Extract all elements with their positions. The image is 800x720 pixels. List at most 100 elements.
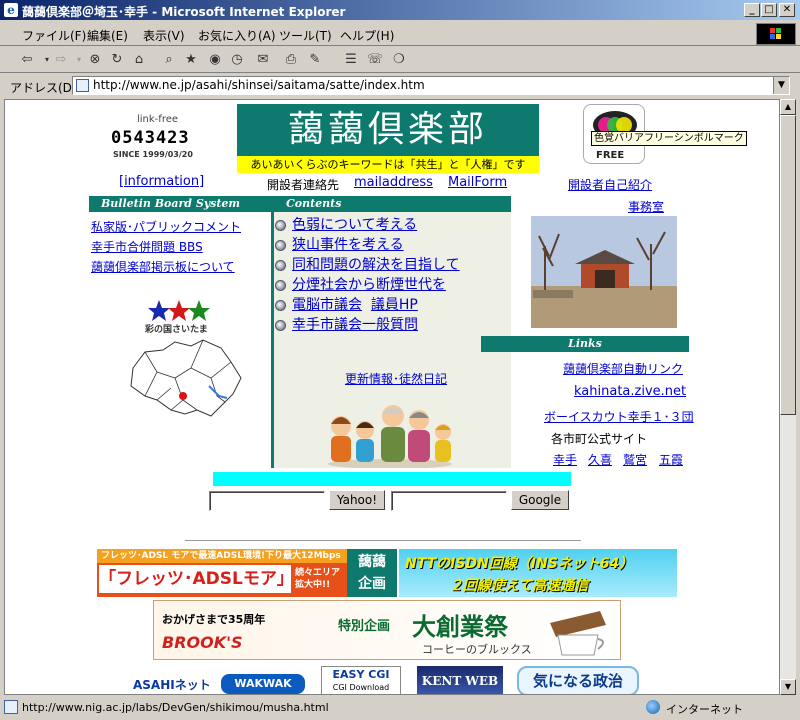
family-illustration [328, 405, 452, 468]
bullet-icon [275, 279, 286, 291]
city-link-goka[interactable]: 五霞 [659, 451, 683, 468]
kent-web-banner[interactable]: KENT WEB [417, 666, 503, 694]
google-search-button[interactable]: Google [511, 490, 569, 510]
content-item: 分煙社会から断煙世代を [275, 274, 446, 294]
scout-link[interactable]: ボーイスカウト幸手１･３団 [544, 408, 694, 425]
refresh-icon[interactable]: ↻ [108, 51, 126, 68]
asahi-wakwak-banner[interactable]: ASAHIネット WAKWAK [129, 672, 309, 694]
menu-view[interactable]: 表示(V) [143, 27, 185, 44]
easy-cgi-label: EASY CGI [332, 668, 390, 681]
flets-adsl-banner[interactable]: フレッツ･ADSL モアで最速ADSL環境!下り最大12Mbps 「フレッツ･A… [97, 549, 347, 597]
self-intro-link[interactable]: 開設者自己紹介 [568, 176, 652, 193]
menu-file[interactable]: ファイル(F) [22, 27, 86, 44]
content-link-e-council[interactable]: 電脳市議会 [292, 297, 362, 313]
bullet-icon [275, 319, 286, 331]
google-search-input[interactable] [391, 491, 507, 511]
yahoo-search-button[interactable]: Yahoo! [329, 490, 385, 510]
office-link[interactable]: 事務室 [628, 198, 664, 215]
home-icon[interactable]: ⌂ [130, 51, 148, 68]
status-url: http://www.nig.ac.jp/labs/DevGen/shikimo… [22, 701, 329, 714]
bullet-icon [275, 259, 286, 271]
bbs-link-merger[interactable]: 幸手市合併問題 BBS [91, 238, 203, 255]
seiji-banner[interactable]: 気になる政治 [517, 666, 639, 694]
bbs-link-public-comment[interactable]: 私家版･パブリックコメント [91, 218, 241, 235]
barrier-free-label: FREE [596, 150, 625, 161]
temple-photo [531, 216, 677, 328]
address-url: http://www.ne.jp/asahi/shinsei/saitama/s… [93, 78, 425, 92]
forward-icon[interactable]: ⇨ [52, 51, 70, 68]
flets-banner-main: 「フレッツ･ADSLモア」 [99, 565, 294, 593]
internet-zone-icon [646, 700, 660, 714]
mailform-link[interactable]: MailForm [448, 175, 507, 190]
menu-edit[interactable]: 編集(E) [87, 27, 128, 44]
city-link-kuki[interactable]: 久喜 [588, 451, 612, 468]
address-input[interactable]: http://www.ne.jp/asahi/shinsei/saitama/s… [72, 76, 790, 95]
auto-link[interactable]: 藹藹倶楽部自動リンク [563, 360, 683, 377]
counter-label: link-free [137, 114, 179, 125]
ntt-banner-line1: NTTのISDN回線（INSネット64） [405, 556, 634, 572]
print-icon[interactable]: ⎙ [282, 51, 300, 68]
page-content: link-free 0543423 SINCE 1999/03/20 藹藹倶楽部… [4, 99, 780, 695]
bbs-header: Bulletin Board System [89, 196, 273, 212]
coffee-cup-icon [550, 611, 606, 656]
favorites-icon[interactable]: ★ [182, 51, 200, 68]
city-sites-label: 各市町公式サイト [551, 432, 648, 446]
easy-cgi-banner[interactable]: EASY CGI CGI Download [321, 666, 401, 694]
research-icon[interactable]: ❍ [390, 51, 408, 68]
saitama-label: 彩の国さいたま [145, 325, 208, 335]
vertical-scrollbar[interactable]: ▲ ▼ [780, 99, 796, 695]
menu-favorites[interactable]: お気に入り(A) [198, 27, 276, 44]
content-link-council-questions[interactable]: 幸手市議会一般質問 [292, 317, 418, 333]
content-item: 幸手市議会一般質問 [275, 314, 418, 334]
site-tagline: あいあいくらぶのキーワードは「共生」と「人権」です [237, 156, 539, 173]
scroll-down-icon[interactable]: ▼ [780, 679, 796, 695]
content-link-sayama[interactable]: 狭山事件を考える [292, 237, 404, 253]
address-dropdown-icon[interactable]: ▼ [773, 77, 789, 94]
city-link-satte[interactable]: 幸手 [553, 451, 577, 468]
messenger-icon[interactable]: ☏ [366, 51, 384, 68]
content-item: 電脳市議会 議員HP [275, 294, 418, 314]
close-button[interactable]: ✕ [779, 3, 795, 17]
information-link[interactable]: [information] [119, 174, 204, 189]
brooks-anniversary: おかげさまで35周年 [162, 613, 266, 626]
stop-icon[interactable]: ⊗ [86, 51, 104, 68]
history-icon[interactable]: ◷ [228, 51, 246, 68]
scroll-thumb[interactable] [780, 115, 796, 415]
content-link-smoking[interactable]: 分煙社会から断煙世代を [292, 277, 446, 293]
city-link-washimiya[interactable]: 鷲宮 [623, 451, 647, 468]
menu-bar: ファイル(F) 編集(E) 表示(V) お気に入り(A) ツール(T) ヘルプ(… [0, 20, 800, 46]
bullet-icon [275, 219, 286, 231]
content-link-dowa[interactable]: 同和問題の解決を目指して [292, 257, 460, 273]
content-link-color-weakness[interactable]: 色弱について考える [292, 217, 417, 233]
yahoo-search-input[interactable] [209, 491, 325, 511]
media-icon[interactable]: ◉ [206, 51, 224, 68]
back-icon[interactable]: ⇦ [18, 51, 36, 68]
menu-help[interactable]: ヘルプ(H) [340, 27, 394, 44]
minimize-button[interactable]: _ [744, 3, 760, 17]
ntt-isdn-banner[interactable]: NTTのISDN回線（INSネット64） ２回線使えて高速通信 [399, 549, 677, 597]
menu-tools[interactable]: ツール(T) [279, 27, 332, 44]
status-bar: http://www.nig.ac.jp/labs/DevGen/shikimo… [0, 697, 800, 720]
diary-link[interactable]: 更新情報･徒然日記 [345, 370, 447, 387]
asahi-net-label: ASAHIネット [133, 678, 211, 692]
search-header-bar [213, 472, 571, 486]
mail-icon[interactable]: ✉ [254, 51, 272, 68]
status-page-icon [4, 700, 18, 714]
scroll-up-icon[interactable]: ▲ [780, 99, 796, 115]
maximize-button[interactable]: □ [761, 3, 777, 17]
brooks-banner[interactable]: おかげさまで35周年 BROOK'S 特別企画 大創業祭 コーヒーのブルックス [153, 600, 621, 660]
status-zone: インターネット [666, 703, 743, 716]
visitor-counter: 0543423 [111, 128, 190, 148]
zive-link[interactable]: kahinata.zive.net [574, 384, 686, 399]
brooks-special: 特別企画 [338, 619, 391, 634]
aiai-planning-logo[interactable]: 藹藹企画 [347, 549, 397, 597]
links-header: Links [481, 336, 689, 352]
flets-banner-side: 続々エリア拡大中!! [295, 568, 341, 590]
edit-icon[interactable]: ✎ [306, 51, 324, 68]
bbs-link-board-about[interactable]: 藹藹倶楽部掲示板について [91, 258, 235, 275]
mailaddress-link[interactable]: mailaddress [354, 175, 433, 190]
discuss-icon[interactable]: ☰ [342, 51, 360, 68]
content-link-member-hp[interactable]: 議員HP [371, 297, 418, 313]
wakwak-label: WAKWAK [221, 674, 305, 694]
search-icon[interactable]: ⌕ [160, 51, 178, 68]
